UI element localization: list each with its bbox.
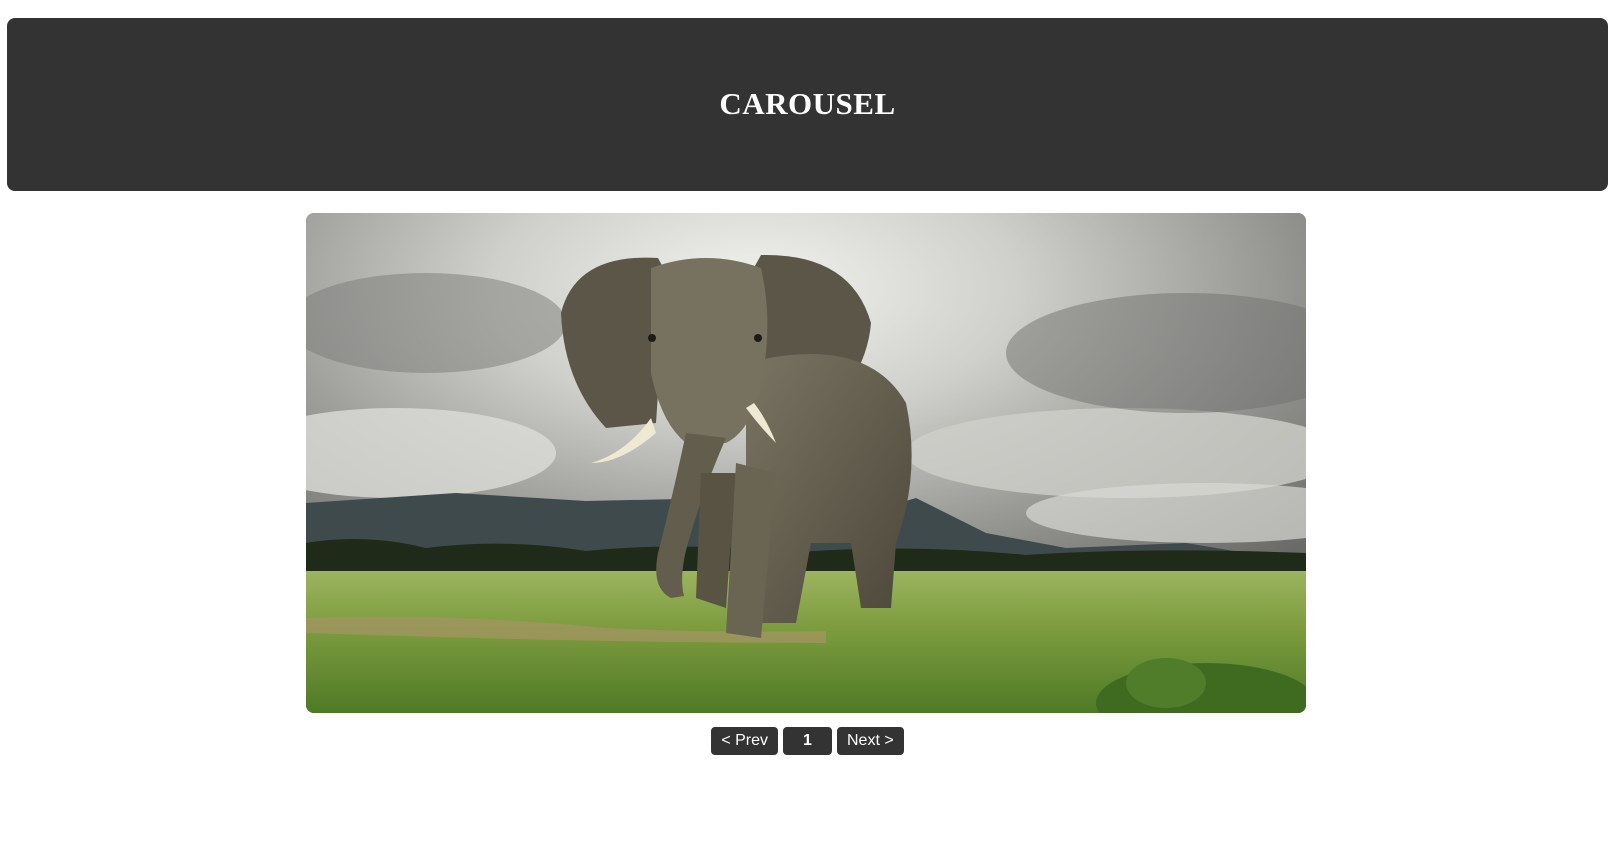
page-title: CAROUSEL <box>719 85 896 121</box>
carousel-controls: < Prev 1 Next > <box>0 727 1615 755</box>
elephant-photo <box>306 213 1306 713</box>
page-indicator-button[interactable]: 1 <box>783 727 832 755</box>
prev-button[interactable]: < Prev <box>711 727 778 755</box>
next-button[interactable]: Next > <box>837 727 904 755</box>
carousel-slide <box>306 213 1306 713</box>
page-header: CAROUSEL <box>7 18 1608 191</box>
